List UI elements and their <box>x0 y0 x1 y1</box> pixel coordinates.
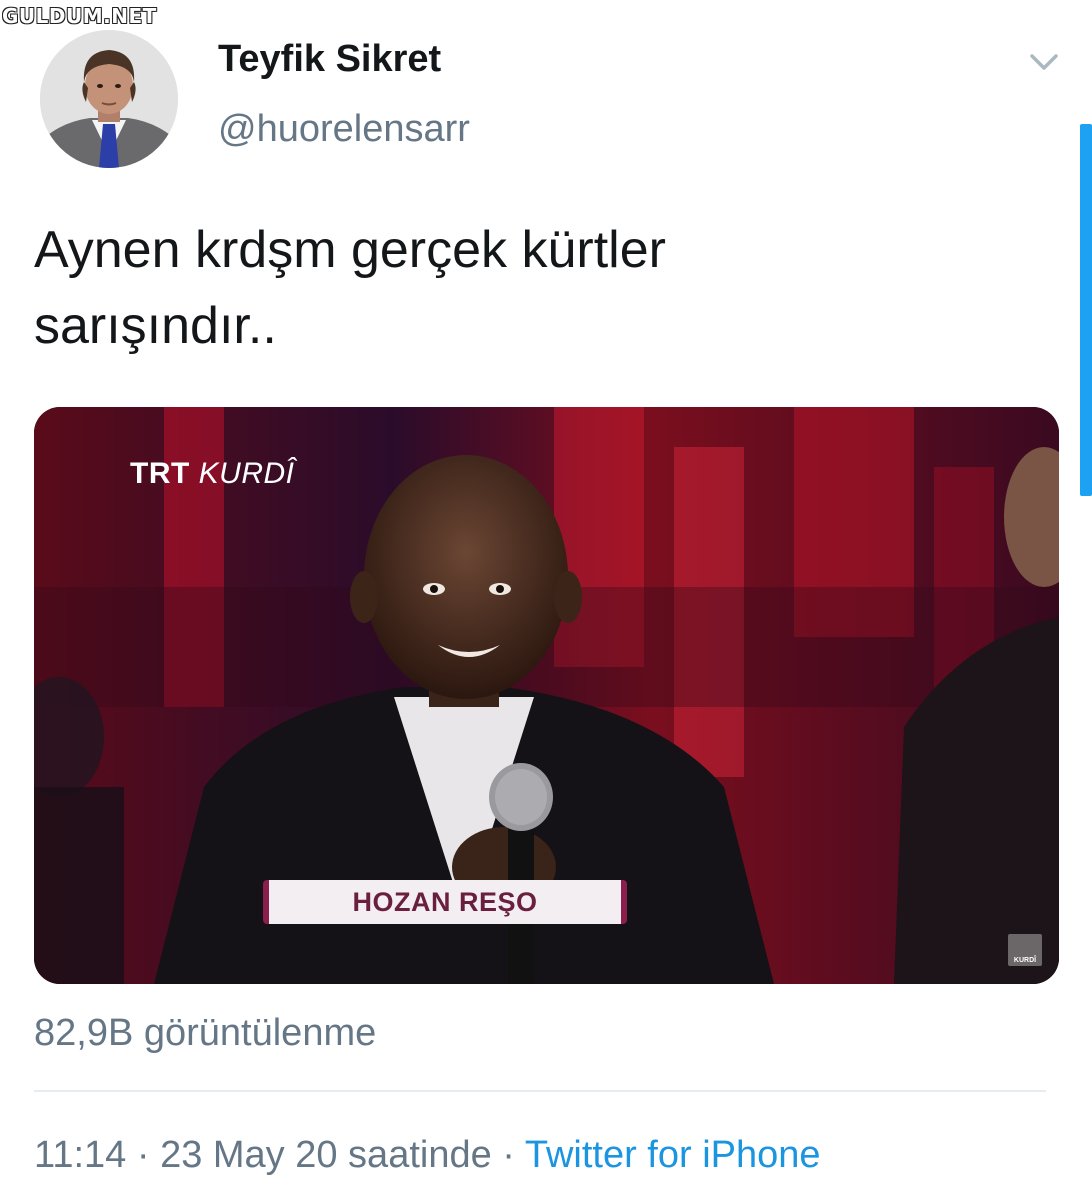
channel-sub: KURDÎ <box>198 457 295 490</box>
tweet-metadata: 11:14 · 23 May 20 saatinde · Twitter for… <box>34 1134 821 1177</box>
video-media[interactable]: TRT KURDÎ HOZAN REŞO KURDÎ <box>34 407 1059 984</box>
chevron-down-icon[interactable] <box>1024 42 1064 82</box>
user-handle[interactable]: @huorelensarr <box>218 108 470 151</box>
avatar-image <box>40 30 178 168</box>
divider <box>34 1090 1046 1092</box>
corner-logo: KURDÎ <box>1008 934 1042 966</box>
tweet-text-line-2: sarışındır.. <box>34 297 277 355</box>
separator-dot: · <box>136 1134 150 1176</box>
display-name[interactable]: Teyfik Sikret <box>218 38 441 81</box>
avatar[interactable] <box>40 30 178 168</box>
tweet-time: 11:14 <box>34 1134 127 1176</box>
site-watermark: GULDUM.NET <box>2 4 157 28</box>
lower-third-caption: HOZAN REŞO <box>263 880 627 924</box>
channel-logo: TRT KURDÎ <box>130 457 295 491</box>
tweet-date: 23 May 20 saatinde <box>160 1134 492 1176</box>
tweet-source-link[interactable]: Twitter for iPhone <box>525 1134 821 1176</box>
separator-dot-2: · <box>502 1134 515 1176</box>
channel-brand: TRT <box>130 457 190 490</box>
tweet-detail-screen: GULDUM.NET Teyfik Sikret @huorelensarr A… <box>0 0 1092 1200</box>
scrollbar[interactable] <box>1080 124 1092 496</box>
tweet-text: Aynen krdşm gerçek kürtler sarışındır.. <box>34 212 1034 364</box>
tweet-text-line-1: Aynen krdşm gerçek kürtler <box>34 221 666 279</box>
view-count: 82,9B görüntülenme <box>34 1012 377 1054</box>
corner-logo-text: KURDÎ <box>1013 957 1037 964</box>
